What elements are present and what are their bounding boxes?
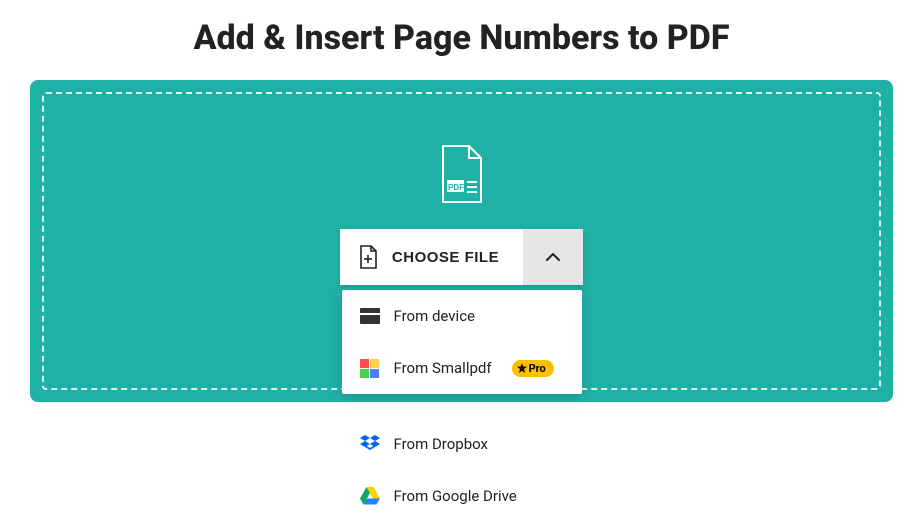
dropbox-icon — [360, 434, 380, 454]
source-dropdown-menu: From device From Smallpdf Pro — [342, 290, 582, 394]
source-dropdown-toggle[interactable] — [523, 229, 583, 285]
svg-text:PDF: PDF — [448, 183, 464, 192]
google-drive-icon — [360, 486, 380, 506]
source-option-google-drive[interactable]: From Google Drive — [342, 470, 582, 522]
chevron-up-icon — [544, 248, 562, 266]
choose-file-label: CHOOSE FILE — [392, 249, 499, 266]
folder-icon — [360, 306, 380, 326]
star-icon — [517, 363, 527, 373]
pdf-file-icon: PDF — [437, 144, 487, 204]
menu-item-label: From Smallpdf — [394, 359, 492, 377]
source-dropdown-menu-overflow: From Dropbox From Google Drive — [342, 418, 582, 522]
source-option-device[interactable]: From device — [342, 290, 582, 342]
menu-item-label: From device — [394, 307, 476, 325]
menu-item-label: From Google Drive — [394, 487, 517, 505]
menu-item-label: From Dropbox — [394, 435, 489, 453]
pro-label: Pro — [529, 362, 546, 375]
page-title: Add & Insert Page Numbers to PDF — [0, 0, 923, 70]
smallpdf-icon — [360, 358, 380, 378]
file-add-icon — [358, 245, 378, 269]
source-option-dropbox[interactable]: From Dropbox — [342, 418, 582, 470]
upload-panel: PDF CHOOSE FILE — [30, 80, 893, 402]
choose-file-row: CHOOSE FILE — [340, 229, 583, 285]
source-option-smallpdf[interactable]: From Smallpdf Pro — [342, 342, 582, 394]
dropzone[interactable]: PDF CHOOSE FILE — [42, 92, 881, 390]
pro-badge: Pro — [512, 360, 554, 377]
choose-file-button[interactable]: CHOOSE FILE — [340, 229, 523, 285]
